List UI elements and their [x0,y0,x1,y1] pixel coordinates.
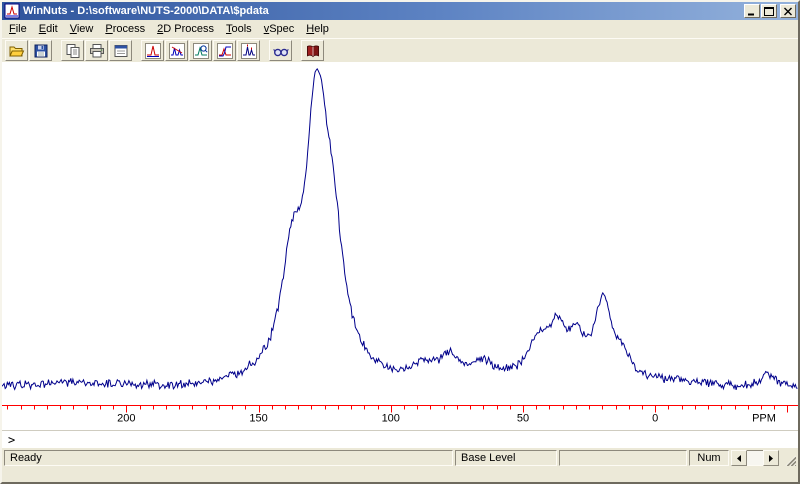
spectrum-ft-icon [144,42,161,59]
spectrum-phase-icon [168,42,185,59]
ppm-axis [2,405,798,413]
open-button[interactable] [5,40,28,61]
maximize-button[interactable] [761,4,777,18]
menu-file[interactable]: File [3,21,33,37]
window-resize-border[interactable] [2,468,798,482]
menu-help[interactable]: Help [300,21,335,37]
resize-grip[interactable] [781,450,796,466]
scrollbar-track[interactable] [747,450,763,466]
glasses-icon [272,48,289,56]
scroll-right-button[interactable] [763,450,779,466]
open-folder-icon [8,46,24,56]
svg-text:150: 150 [249,413,267,425]
copy-button[interactable] [61,40,84,61]
status-mode: Base Level [455,450,557,466]
menu-2d-process[interactable]: 2D Process [151,21,220,37]
svg-text:PPM: PPM [752,413,776,425]
fourier-transform-button[interactable] [141,40,164,61]
menu-vspec[interactable]: vSpec [258,21,301,37]
spectrum-trace [2,68,798,391]
view-button[interactable] [269,40,292,61]
ppm-axis-labels: 200 150 100 50 0 PPM [117,413,776,425]
spectrum-zoom-icon [192,42,209,59]
print-button[interactable] [85,40,108,61]
winnuts-window: WinNuts - D:\software\NUTS-2000\DATA\$pd… [0,0,800,484]
printer-icon [89,43,104,57]
svg-text:100: 100 [382,413,400,425]
floppy-disk-icon [34,44,47,57]
window-form-icon [114,44,127,57]
menu-edit[interactable]: Edit [33,21,64,37]
svg-text:200: 200 [117,413,135,425]
status-bar: Ready Base Level Num [2,448,798,468]
menu-process[interactable]: Process [99,21,151,37]
title-bar[interactable]: WinNuts - D:\software\NUTS-2000\DATA\$pd… [2,2,798,20]
window-title: WinNuts - D:\software\NUTS-2000\DATA\$pd… [23,5,269,17]
svg-text:50: 50 [517,413,529,425]
status-mini-scrollbar[interactable] [731,450,779,466]
spectrum-plot-area[interactable]: 200 150 100 50 0 PPM [2,62,798,430]
page-setup-button[interactable] [109,40,132,61]
minimize-icon [748,13,754,15]
zoom-button[interactable] [189,40,212,61]
arrow-left-icon [737,454,741,462]
status-ready: Ready [4,450,453,466]
phase-button[interactable] [165,40,188,61]
toolbar-separator [53,39,61,62]
minimize-button[interactable] [744,4,760,18]
spectrum-integrate-icon [216,42,233,59]
red-book-icon [306,45,319,57]
close-button[interactable] [780,4,796,18]
status-extra [559,450,687,466]
menu-bar: File Edit View Process 2D Process Tools … [2,20,798,38]
status-num-lock: Num [689,450,729,466]
menu-view[interactable]: View [64,21,100,37]
notebook-button[interactable] [301,40,324,61]
winnuts-app-icon [4,3,20,19]
peak-pick-button[interactable] [237,40,260,61]
save-button[interactable] [29,40,52,61]
toolbar [2,38,798,62]
scroll-left-button[interactable] [731,450,747,466]
toolbar-separator [261,39,269,62]
integrate-button[interactable] [213,40,236,61]
menu-tools[interactable]: Tools [220,21,258,37]
spectrum-plot: 200 150 100 50 0 PPM [2,68,798,425]
maximize-icon [764,6,774,16]
copy-icon [66,43,79,58]
spectrum-peaks-icon [240,42,257,59]
command-prompt: > [8,432,16,447]
toolbar-separator [293,39,301,62]
arrow-right-icon [769,454,773,462]
resize-grip-icon [785,455,796,466]
window-controls [744,4,796,18]
command-line[interactable]: > [2,430,798,448]
svg-text:0: 0 [652,413,658,425]
toolbar-separator [133,39,141,62]
close-icon [784,7,792,15]
